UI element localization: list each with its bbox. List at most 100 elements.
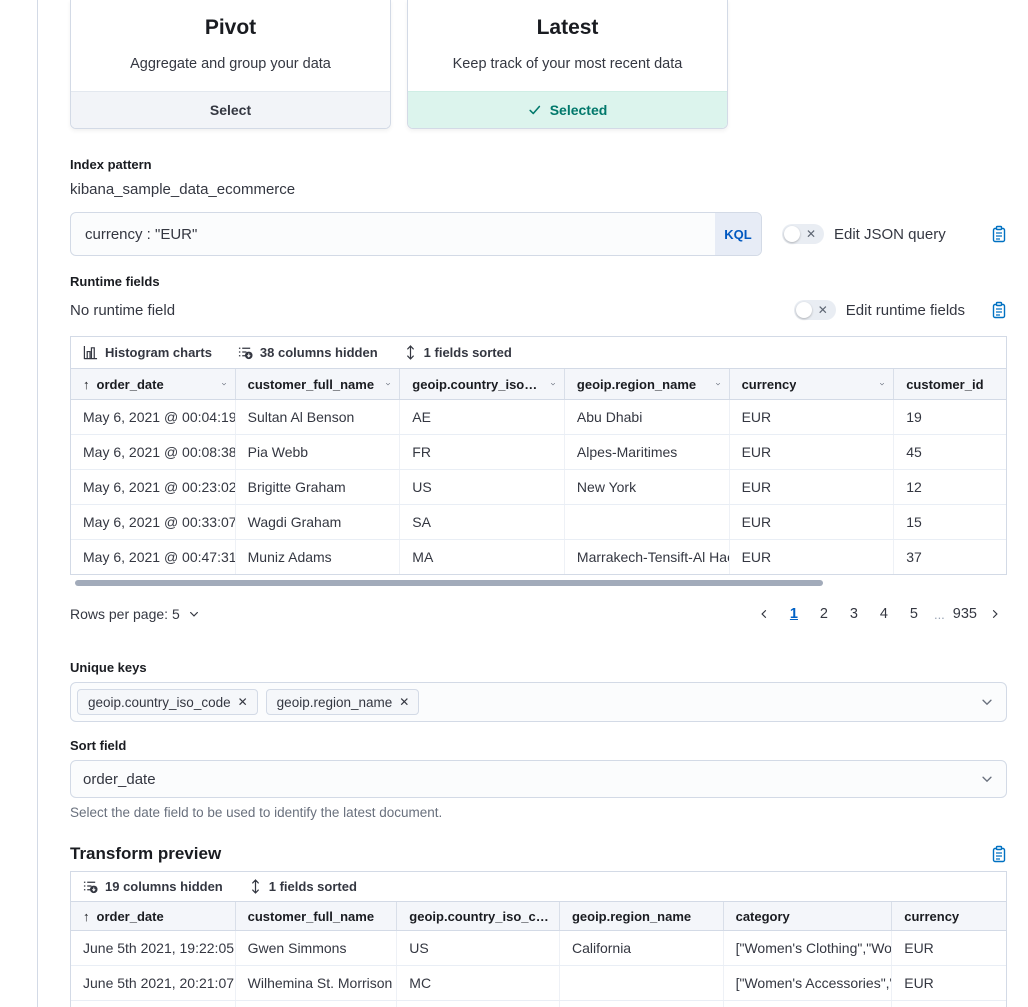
table-row: May 6, 2021 @ 00:23:02...Brigitte Graham…	[71, 470, 1006, 505]
unique-key-chip[interactable]: geoip.country_iso_code ✕	[77, 689, 258, 715]
column-header-geoip-country-iso-code[interactable]: geoip.country_iso_code	[397, 902, 560, 930]
grid-cell	[560, 966, 724, 1000]
page-button-935[interactable]: 935	[953, 602, 977, 626]
source-data-grid: Histogram charts 38 columns hidden 1 fie…	[70, 336, 1007, 575]
grid-cell: FR	[400, 435, 565, 469]
grid-cell: EUR	[730, 470, 895, 504]
sort-fields-icon	[404, 345, 417, 360]
sort-field-value: order_date	[83, 771, 156, 788]
unique-key-chip-label: geoip.country_iso_code	[88, 695, 231, 710]
column-header-category[interactable]: category	[724, 902, 893, 930]
edit-runtime-fields-label: Edit runtime fields	[846, 302, 965, 319]
chevron-down-icon	[873, 378, 885, 390]
grid-cell: May 6, 2021 @ 00:04:19...	[71, 400, 236, 434]
grid-cell: EUR	[730, 435, 895, 469]
grid-cell: EUR	[730, 505, 895, 539]
table-row: May 6, 2021 @ 00:08:38...Pia WebbFRAlpes…	[71, 435, 1006, 470]
column-header-label: order_date	[97, 377, 164, 392]
remove-chip-icon[interactable]: ✕	[399, 695, 409, 709]
column-header-customer-full-name[interactable]: customer_full_name	[236, 369, 401, 399]
page-button-4[interactable]: 4	[872, 602, 896, 626]
page-button-1[interactable]: 1	[782, 602, 806, 626]
grid-cell: New York	[565, 470, 730, 504]
transform-mode-cards: Pivot Aggregate and group your data Sele…	[70, 0, 1007, 129]
histogram-charts-label: Histogram charts	[105, 345, 212, 360]
page-button-5[interactable]: 5	[902, 602, 926, 626]
grid-cell: EUR	[892, 931, 1006, 965]
column-header-currency[interactable]: currency	[892, 902, 1006, 930]
combobox-chevron-icon[interactable]	[980, 695, 994, 709]
pivot-card-description: Aggregate and group your data	[71, 56, 390, 72]
edit-runtime-fields-toggle[interactable]: ✕	[794, 300, 836, 320]
grid-cell: June 5th 2021, 20:21:07	[71, 966, 236, 1000]
column-header-label: currency	[742, 377, 797, 392]
column-header-label: order_date	[97, 909, 164, 924]
pagination: 12345... 935	[752, 602, 1007, 626]
pivot-select-button[interactable]: Select	[71, 91, 390, 128]
grid-cell: Marrakech-Tensift-Al Hao...	[565, 540, 730, 574]
column-header-geoip-region-name[interactable]: geoip.region_name	[565, 369, 730, 399]
previous-page-button[interactable]	[752, 602, 776, 626]
preview-columns-hidden-button[interactable]: 19 columns hidden	[83, 879, 223, 894]
rows-per-page-label: Rows per page: 5	[70, 606, 180, 622]
grid-cell: 12	[894, 470, 1006, 504]
sort-ascending-icon: ↑	[83, 377, 90, 392]
grid-cell: May 6, 2021 @ 00:47:31...	[71, 540, 236, 574]
columns-hidden-label: 38 columns hidden	[260, 345, 378, 360]
column-header-geoip-region-name[interactable]: geoip.region_name	[560, 902, 724, 930]
grid-cell: 19	[894, 400, 1006, 434]
kql-language-button[interactable]: KQL	[715, 213, 761, 255]
page-button-2[interactable]: 2	[812, 602, 836, 626]
copy-json-query-icon[interactable]	[991, 225, 1007, 243]
next-page-button[interactable]	[983, 602, 1007, 626]
sort-field-select[interactable]: order_date	[70, 760, 1007, 798]
toggle-off-x-icon: ✕	[806, 228, 816, 240]
chevron-down-icon	[544, 378, 556, 390]
horizontal-scrollbar-thumb[interactable]	[75, 580, 823, 586]
columns-icon	[83, 879, 98, 894]
column-header-customer-full-name[interactable]: customer_full_name	[236, 902, 398, 930]
page-button-3[interactable]: 3	[842, 602, 866, 626]
histogram-charts-button[interactable]: Histogram charts	[83, 345, 212, 360]
column-header-customer-id[interactable]: customer_id	[894, 369, 1006, 399]
edit-json-query-toggle[interactable]: ✕	[782, 224, 824, 244]
sort-field-label: Sort field	[70, 738, 1007, 754]
toggle-knob	[796, 302, 812, 318]
unique-key-chip[interactable]: geoip.region_name✕	[266, 689, 420, 715]
column-header-label: geoip.country_iso_code	[409, 909, 551, 924]
index-pattern-label: Index pattern	[70, 157, 1007, 173]
grid-cell: California	[560, 931, 724, 965]
edit-json-query-label: Edit JSON query	[834, 226, 946, 243]
kql-query-input[interactable]	[71, 213, 715, 255]
grid-cell: June 5th 2021, 19:22:05	[71, 931, 236, 965]
grid-cell: MC	[397, 966, 560, 1000]
runtime-fields-value: No runtime field	[70, 300, 175, 321]
grid-header-row: ↑ order_date customer_full_namegeoip.count…	[71, 369, 1006, 400]
column-header-order-date[interactable]: ↑ order_date	[71, 369, 236, 399]
transform-preview-title: Transform preview	[70, 844, 221, 864]
sort-field-help-text: Select the date field to be used to iden…	[70, 805, 1007, 820]
grid-cell: EUR	[730, 540, 895, 574]
grid-cell: Wagdi Graham	[236, 505, 401, 539]
column-header-geoip-country-iso-co[interactable]: geoip.country_iso_co...	[400, 369, 565, 399]
pagination-ellipsis: ...	[932, 607, 947, 622]
chevron-down-icon	[188, 608, 200, 620]
grid-cell	[565, 505, 730, 539]
preview-fields-sorted-button[interactable]: 1 fields sorted	[249, 879, 357, 894]
pivot-select-label: Select	[210, 102, 251, 118]
latest-selected-button[interactable]: Selected	[408, 91, 727, 128]
grid-header-row: ↑order_datecustomer_full_name geoip.count…	[71, 902, 1006, 931]
remove-chip-icon[interactable]: ✕	[238, 695, 248, 709]
copy-preview-icon[interactable]	[991, 845, 1007, 863]
chevron-right-icon	[989, 608, 1001, 620]
preview-fields-sorted-label: 1 fields sorted	[269, 879, 357, 894]
column-header-currency[interactable]: currency	[730, 369, 895, 399]
grid-cell: Sultan Al Benson	[236, 400, 401, 434]
copy-runtime-fields-icon[interactable]	[991, 301, 1007, 319]
fields-sorted-button[interactable]: 1 fields sorted	[404, 345, 512, 360]
unique-keys-combobox[interactable]: geoip.country_iso_code✕geoip.region_name…	[70, 682, 1007, 722]
column-header-order-date[interactable]: ↑order_date	[71, 902, 236, 930]
rows-per-page-button[interactable]: Rows per page: 5	[70, 606, 200, 622]
columns-hidden-button[interactable]: 38 columns hidden	[238, 345, 378, 360]
unique-keys-label: Unique keys	[70, 660, 1007, 676]
